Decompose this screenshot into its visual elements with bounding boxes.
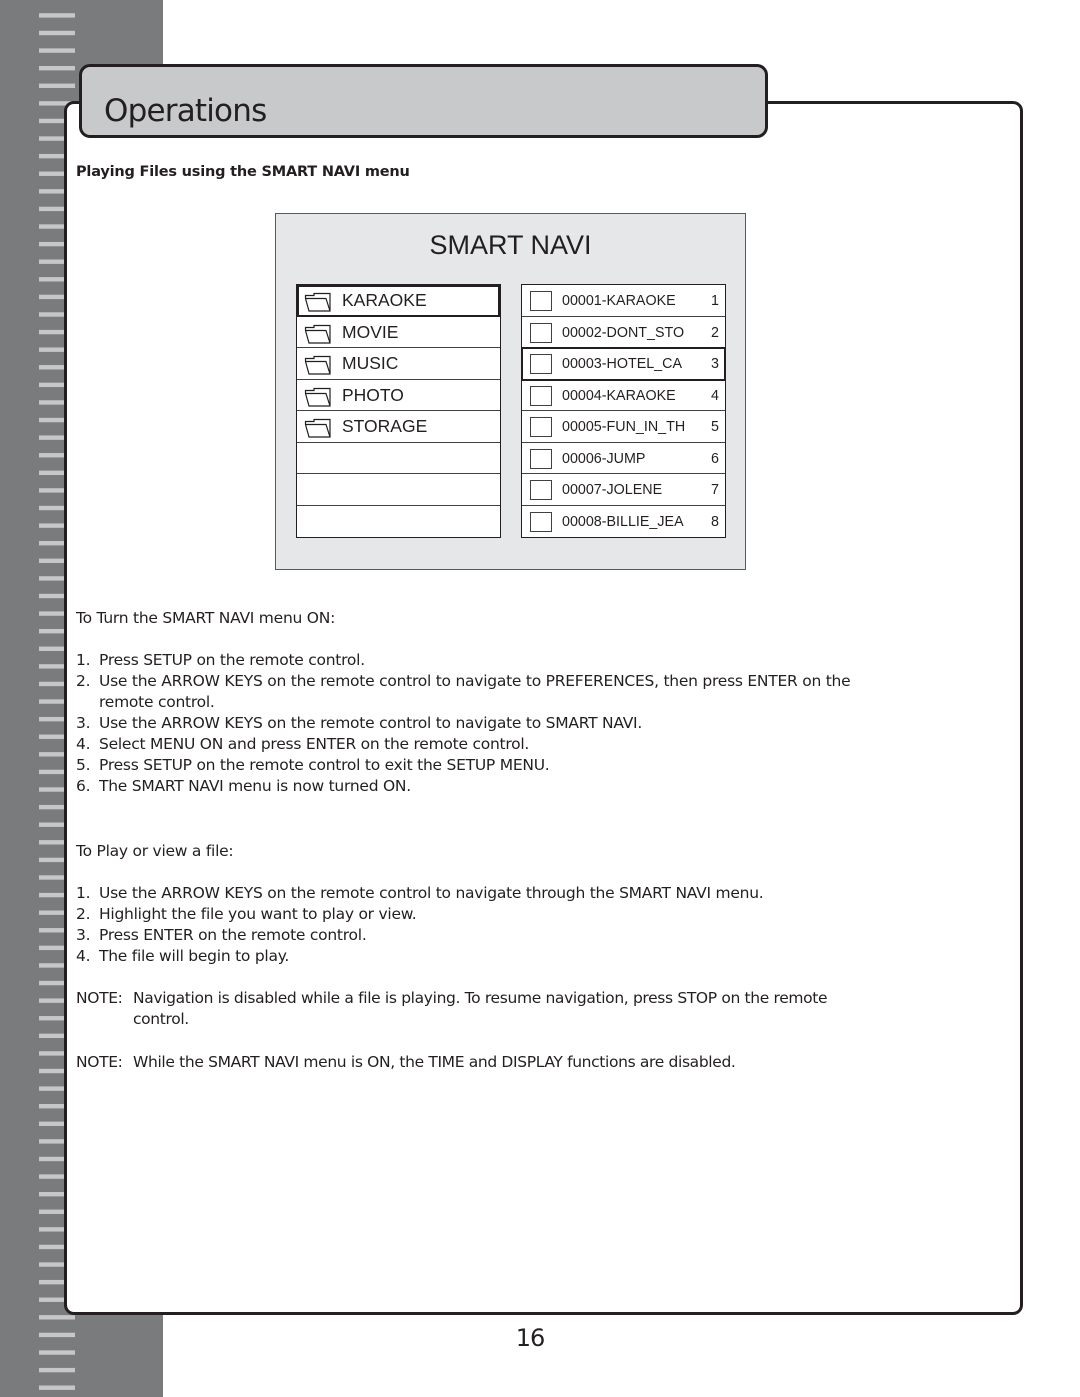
category-item[interactable]: MUSIC [297,348,500,380]
file-number: 6 [711,450,719,467]
category-item[interactable]: KARAOKE [297,285,500,317]
file-number: 8 [711,513,719,530]
page-number: 16 [515,1324,546,1352]
file-name: 00002-DONT_STO [562,324,685,341]
step-text: Use the ARROW KEYS on the remote control… [99,884,764,902]
step-number: 5. [76,756,91,774]
category-label: MOVIE [342,321,399,342]
file-checkbox-icon[interactable] [530,322,552,343]
file-checkbox-icon[interactable] [530,385,552,406]
step-text: Press ENTER on the remote control. [99,926,367,944]
subheading: Playing Files using the SMART NAVI menu [76,164,410,180]
folder-icon [304,387,332,407]
step-number: 2. [76,905,91,923]
note-text: Navigation is disabled while a file is p… [133,989,828,1028]
step-item: 2. Highlight the file you want to play or… [76,904,876,925]
note-tag: NOTE: [76,989,123,1007]
file-name: 00007-JOLENE [562,482,663,498]
step-number: 1. [76,884,91,902]
turn-on-heading: To Turn the SMART NAVI menu ON: [76,609,336,627]
file-checkbox-icon[interactable] [530,417,552,437]
file-name: 00003-HOTEL_CA [562,356,682,372]
step-text: Press SETUP on the remote control to exi… [99,756,550,774]
note-text: While the SMART NAVI menu is ON, the TIM… [133,1053,736,1071]
category-label: KARAOKE [342,290,427,310]
step-item: 4. Select MENU ON and press ENTER on the … [76,734,856,755]
file-checkbox-icon[interactable] [530,480,552,500]
category-item[interactable]: MOVIE [297,317,500,348]
step-number: 2. [76,672,91,690]
category-item[interactable]: PHOTO [297,380,500,411]
step-number: 3. [76,926,91,944]
category-label: PHOTO [342,384,404,405]
section-title: Operations [104,93,267,129]
step-item: 2. Use the ARROW KEYS on the remote contr… [76,671,856,713]
step-text: The file will begin to play. [99,947,290,965]
step-item: 1. Use the ARROW KEYS on the remote contr… [76,883,876,904]
category-item[interactable] [297,443,500,474]
step-text: Use the ARROW KEYS on the remote control… [99,714,643,732]
play-file-heading: To Play or view a file: [76,842,234,860]
note-display: NOTE: While the SMART NAVI menu is ON, t… [76,1052,876,1073]
file-item[interactable]: 00004-KARAOKE 4 [522,380,725,411]
step-text: Highlight the file you want to play or v… [99,905,417,923]
section-title-tab: Operations [79,64,768,138]
file-checkbox-icon[interactable] [530,291,552,311]
category-item[interactable] [297,506,500,538]
step-text: Use the ARROW KEYS on the remote control… [99,672,851,711]
file-name: 00004-KARAOKE [562,387,676,404]
turn-on-steps: 1. Press SETUP on the remote control. 2. Us… [76,650,856,797]
category-label: STORAGE [342,416,428,436]
category-label: MUSIC [342,353,399,373]
note-tag: NOTE: [76,1053,123,1071]
file-name: 00006-JUMP [562,450,646,467]
file-item[interactable]: 00003-HOTEL_CA 3 [521,347,726,381]
step-item: 6. The SMART NAVI menu is now turned ON. [76,776,856,797]
file-item[interactable]: 00001-KARAOKE 1 [522,285,725,317]
file-number: 5 [711,419,719,435]
file-name: 00001-KARAOKE [562,293,676,309]
step-item: 4. The file will begin to play. [76,946,876,967]
file-number: 1 [711,293,719,309]
step-number: 1. [76,651,91,669]
file-item[interactable]: 00008-BILLIE_JEA 8 [522,506,725,538]
file-item[interactable]: 00002-DONT_STO 2 [522,317,725,348]
file-checkbox-icon[interactable] [530,511,552,532]
step-number: 6. [76,777,91,795]
file-number: 7 [711,482,719,498]
smart-navi-screen: SMART NAVI KARAOKE MOVIE MUSIC PHOTO STORAGE… [275,213,746,570]
category-item[interactable] [297,474,500,506]
file-number: 2 [711,324,719,341]
step-text: Press SETUP on the remote control. [99,651,365,669]
step-item: 3. Press ENTER on the remote control. [76,925,876,946]
folder-icon [304,418,332,438]
folder-icon [304,324,332,344]
file-list: 00001-KARAOKE 1 00002-DONT_STO 2 00003-HOTEL… [521,284,726,538]
smart-navi-title: SMART NAVI [429,230,592,260]
category-item[interactable]: STORAGE [297,411,500,443]
step-item: 5. Press SETUP on the remote control to e… [76,755,856,776]
category-list: KARAOKE MOVIE MUSIC PHOTO STORAGE [296,284,501,538]
file-checkbox-icon[interactable] [530,354,552,374]
step-text: Select MENU ON and press ENTER on the re… [99,735,530,753]
step-number: 4. [76,947,91,965]
step-item: 1. Press SETUP on the remote control. [76,650,856,671]
file-number: 3 [711,356,719,372]
folder-icon [304,292,332,312]
file-checkbox-icon[interactable] [530,448,552,469]
file-item[interactable]: 00007-JOLENE 7 [522,474,725,506]
note-navigation: NOTE: Navigation is disabled while a fil… [76,988,856,1030]
folder-icon [304,355,332,375]
step-number: 3. [76,714,91,732]
file-number: 4 [711,387,719,404]
step-item: 3. Use the ARROW KEYS on the remote contr… [76,713,856,734]
file-name: 00008-BILLIE_JEA [562,513,684,530]
file-name: 00005-FUN_IN_TH [562,419,686,435]
step-number: 4. [76,735,91,753]
step-text: The SMART NAVI menu is now turned ON. [99,777,411,795]
file-item[interactable]: 00005-FUN_IN_TH 5 [522,411,725,443]
play-file-steps: 1. Use the ARROW KEYS on the remote contr… [76,883,876,967]
file-item[interactable]: 00006-JUMP 6 [522,443,725,474]
